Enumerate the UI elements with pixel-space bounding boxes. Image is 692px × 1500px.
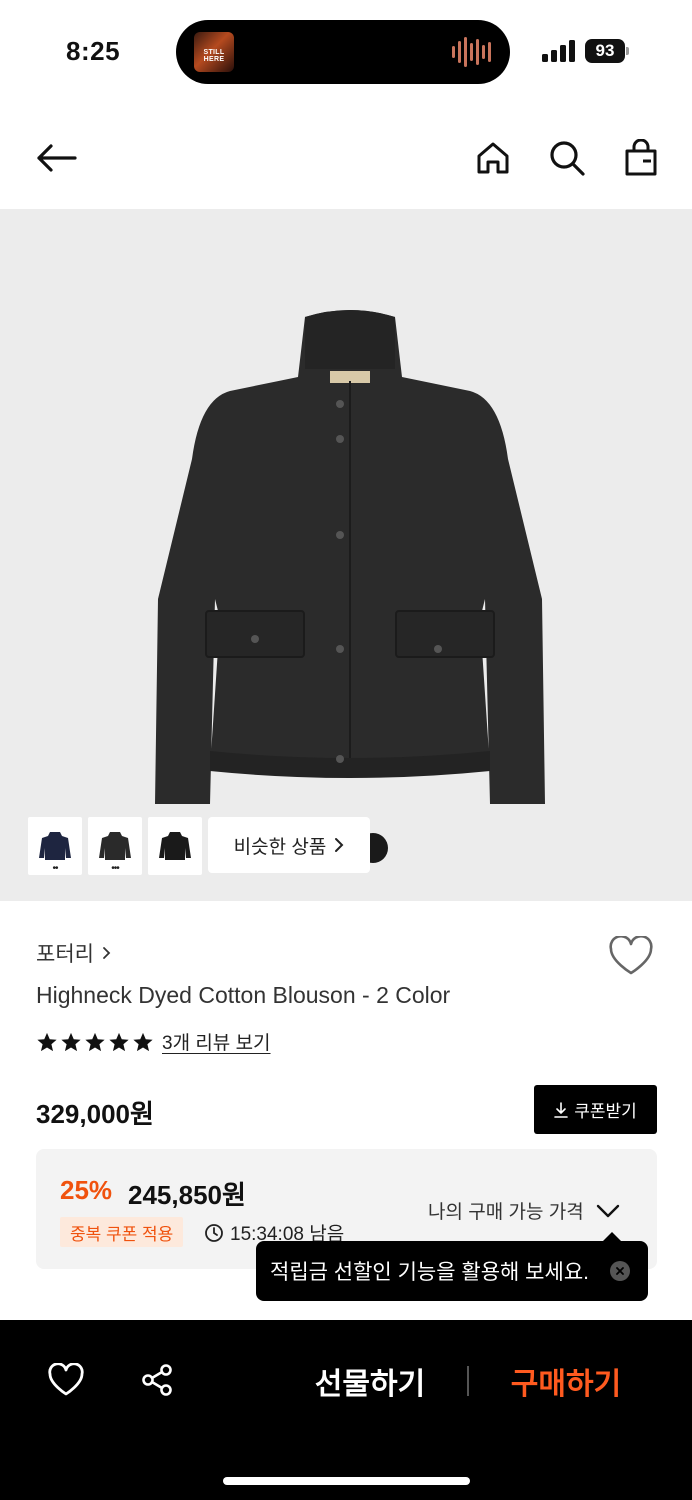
- status-time: 8:25: [66, 36, 121, 66]
- now-playing-art-text: STILL HERE: [203, 49, 225, 63]
- home-icon[interactable]: [471, 136, 515, 180]
- search-icon[interactable]: [545, 136, 589, 180]
- my-price-label: 나의 구매 가능 가격: [428, 1202, 584, 1223]
- now-playing-artwork: STILL HERE: [194, 32, 234, 72]
- points-discount-tooltip: 적립금 선할인 기능을 활용해 보세요.: [256, 1241, 648, 1301]
- product-name: Highneck Dyed Cotton Blouson - 2 Color: [36, 982, 451, 1008]
- thumbnail-black[interactable]: [148, 817, 202, 875]
- star-icon: [61, 1032, 81, 1051]
- product-detail-page: 8:25 STILL HERE 93 •• ••• 비슷한 상품 포터리 Hig…: [0, 0, 692, 1500]
- audio-waveform-icon: [452, 36, 492, 68]
- view-reviews-link[interactable]: 3개 리뷰 보기: [162, 1028, 271, 1055]
- button-divider: [467, 1366, 469, 1396]
- original-price: 329,000원: [36, 1099, 154, 1129]
- dynamic-island[interactable]: STILL HERE: [176, 20, 510, 84]
- star-icon: [133, 1032, 153, 1051]
- top-navigation: [0, 108, 692, 208]
- discount-rate: 25%: [60, 1175, 113, 1205]
- gift-button[interactable]: 선물하기: [300, 1356, 440, 1406]
- share-icon[interactable]: [137, 1360, 177, 1400]
- stacked-coupon-badge: 중복 쿠폰 적용: [60, 1217, 184, 1247]
- thumbnail-black-jacket-icon: [159, 832, 191, 860]
- rating-row: 3개 리뷰 보기: [36, 1028, 271, 1055]
- buy-button[interactable]: 구매하기: [496, 1356, 636, 1406]
- thumbnail-charcoal-jacket-icon: [99, 832, 131, 860]
- thumbnail-dots: •••: [111, 863, 120, 874]
- thumbnail-dots: ••: [52, 863, 58, 874]
- thumbnail-charcoal[interactable]: •••: [88, 817, 142, 875]
- similar-products-button[interactable]: 비슷한 상품: [208, 817, 370, 873]
- chevron-right-icon: [103, 947, 111, 959]
- color-thumbnails: •• •••: [28, 817, 202, 875]
- get-coupon-label: 쿠폰받기: [574, 1102, 637, 1121]
- chevron-right-icon: [335, 838, 344, 852]
- similar-products-label: 비슷한 상품: [233, 836, 327, 858]
- home-indicator[interactable]: [223, 1477, 470, 1485]
- get-coupon-button[interactable]: 쿠폰받기: [534, 1085, 657, 1134]
- like-heart-icon[interactable]: [46, 1360, 86, 1400]
- tooltip-text: 적립금 선할인 기능을 활용해 보세요.: [270, 1261, 589, 1284]
- bottom-action-bar: 선물하기 구매하기: [0, 1320, 692, 1500]
- rating-stars: [36, 1031, 154, 1053]
- star-icon: [37, 1032, 57, 1051]
- cellular-signal-icon: [542, 40, 576, 62]
- sale-price: 245,850원: [128, 1180, 246, 1210]
- thumbnail-navy-jacket-icon: [39, 832, 71, 860]
- clock-icon: [205, 1223, 223, 1242]
- chevron-down-icon: [596, 1204, 619, 1217]
- close-icon[interactable]: [610, 1261, 630, 1281]
- my-price-toggle[interactable]: 나의 구매 가능 가격: [428, 1197, 620, 1224]
- brand-link[interactable]: 포터리: [36, 938, 111, 968]
- back-arrow-icon[interactable]: [34, 136, 78, 180]
- status-bar: 8:25 STILL HERE 93: [0, 0, 692, 100]
- brand-name: 포터리: [36, 943, 94, 966]
- battery-icon: 93: [585, 39, 625, 63]
- wishlist-heart-icon[interactable]: [608, 934, 656, 980]
- download-icon: [554, 1101, 569, 1118]
- product-image-jacket: [155, 310, 545, 804]
- star-icon: [85, 1032, 105, 1051]
- product-image-gallery[interactable]: •• ••• 비슷한 상품: [0, 209, 692, 901]
- star-icon: [109, 1032, 129, 1051]
- thumbnail-navy[interactable]: ••: [28, 817, 82, 875]
- battery-tip: [626, 47, 629, 55]
- shopping-bag-icon[interactable]: [619, 136, 663, 180]
